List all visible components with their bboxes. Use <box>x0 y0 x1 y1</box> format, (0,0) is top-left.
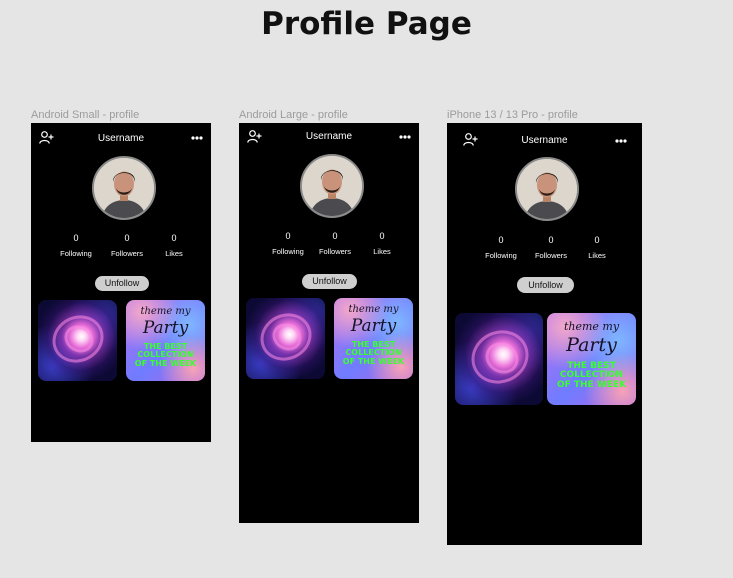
stat-following[interactable]: 0 Following <box>473 235 529 260</box>
stat-label: Likes <box>373 247 391 256</box>
frame-label-android-small: Android Small - profile <box>31 109 140 121</box>
post-headline: THE BEST COLLECTION OF THE WEEK <box>134 342 197 368</box>
post-script-line1: theme my <box>140 306 191 317</box>
stat-likes[interactable]: 0 Likes <box>577 235 617 260</box>
post-headline: THE BEST COLLECTION OF THE WEEK <box>342 340 405 366</box>
stat-value: 0 <box>285 231 291 241</box>
post-script-line1: theme my <box>348 304 399 315</box>
stat-label: Followers <box>318 247 352 256</box>
post-party[interactable]: theme my Party THE BEST COLLECTION OF TH… <box>126 300 205 381</box>
more-dots-icon[interactable] <box>399 135 411 139</box>
post-script-line1: theme my <box>563 320 620 333</box>
post-galaxy[interactable] <box>455 313 543 405</box>
post-party[interactable]: theme my Party THE BEST COLLECTION OF TH… <box>334 298 413 379</box>
stat-followers[interactable]: 0 Followers <box>527 235 575 260</box>
stat-value: 0 <box>171 233 177 243</box>
stat-value: 0 <box>498 235 504 245</box>
page-title: Profile Page <box>261 6 472 42</box>
stat-followers[interactable]: 0 Followers <box>103 233 151 258</box>
frame-android-large: Username 0 Following 0 Followers 0 Likes… <box>239 123 419 523</box>
stat-label: Likes <box>588 251 606 260</box>
stat-value: 0 <box>548 235 554 245</box>
stat-value: 0 <box>379 231 385 241</box>
unfollow-button[interactable]: Unfollow <box>517 277 574 293</box>
post-script-line2: Party <box>350 316 397 336</box>
post-galaxy[interactable] <box>246 298 325 379</box>
avatar[interactable] <box>515 157 579 221</box>
more-dots-icon[interactable] <box>191 136 203 140</box>
unfollow-button[interactable]: Unfollow <box>95 276 149 291</box>
stat-label: Likes <box>165 249 183 258</box>
stat-value: 0 <box>594 235 600 245</box>
more-dots-icon[interactable] <box>615 139 627 143</box>
stat-likes[interactable]: 0 Likes <box>363 231 401 256</box>
stat-following[interactable]: 0 Following <box>49 233 103 258</box>
post-party[interactable]: theme my Party THE BEST COLLECTION OF TH… <box>547 313 636 405</box>
post-headline: THE BEST COLLECTION OF THE WEEK <box>556 361 627 390</box>
frame-label-iphone: iPhone 13 / 13 Pro - profile <box>447 109 578 121</box>
frame-android-small: Username 0 Following 0 Followers 0 Likes… <box>31 123 211 442</box>
profile-photo <box>94 158 154 218</box>
stat-label: Following <box>485 251 517 260</box>
post-script-line2: Party <box>566 334 617 356</box>
stat-value: 0 <box>124 233 130 243</box>
profile-photo <box>517 159 577 219</box>
stat-label: Followers <box>110 249 144 258</box>
username: Username <box>97 133 145 144</box>
stat-followers[interactable]: 0 Followers <box>311 231 359 256</box>
username: Username <box>521 135 568 146</box>
frame-iphone: Username 0 Following 0 Followers 0 Likes… <box>447 123 642 545</box>
avatar[interactable] <box>92 156 156 220</box>
frame-label-android-large: Android Large - profile <box>239 109 348 121</box>
stat-likes[interactable]: 0 Likes <box>155 233 193 258</box>
username: Username <box>305 131 353 142</box>
profile-photo <box>302 156 362 216</box>
stat-label: Following <box>272 247 304 256</box>
stat-following[interactable]: 0 Following <box>261 231 315 256</box>
post-script-line2: Party <box>142 318 189 338</box>
stat-value: 0 <box>332 231 338 241</box>
stat-label: Following <box>60 249 92 258</box>
post-galaxy[interactable] <box>38 300 117 381</box>
stat-label: Followers <box>534 251 568 260</box>
stat-value: 0 <box>73 233 79 243</box>
unfollow-button[interactable]: Unfollow <box>302 274 357 289</box>
avatar[interactable] <box>300 154 364 218</box>
